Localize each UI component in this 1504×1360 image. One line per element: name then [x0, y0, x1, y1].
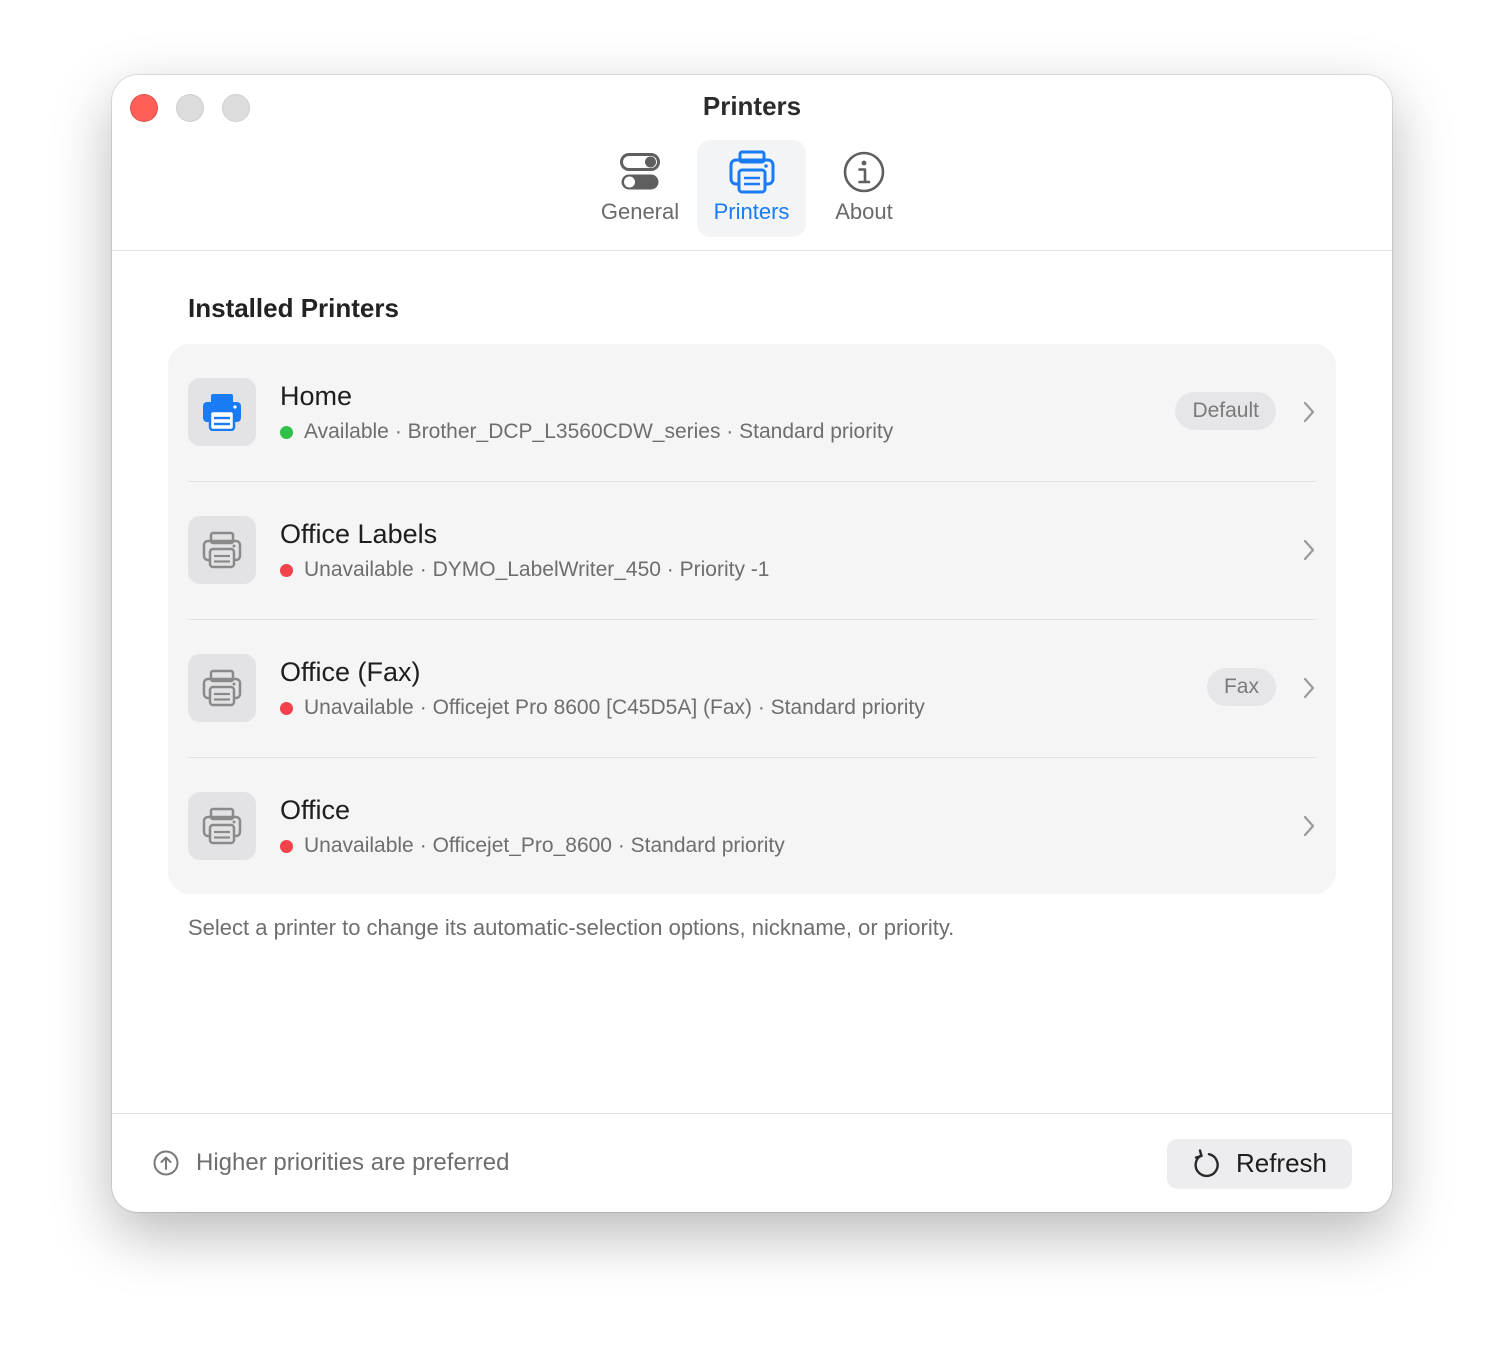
printer-status: Unavailable [304, 834, 414, 857]
status-dot [280, 839, 293, 853]
refresh-label: Refresh [1235, 1148, 1328, 1178]
chevron-right-icon [1303, 539, 1315, 561]
printer-icon [188, 516, 256, 584]
toggles-icon [620, 149, 660, 195]
status-dot [280, 701, 293, 715]
tab-general-label: General [600, 199, 680, 224]
settings-window: Printers General Printers About Installe… [112, 75, 1392, 1212]
printer-list: Home Available · Brother_DCP_L3560CDW_se… [168, 344, 1336, 894]
chevron-right-icon [1303, 677, 1315, 699]
refresh-button[interactable]: Refresh [1167, 1139, 1352, 1188]
tab-printers[interactable]: Printers [698, 141, 805, 236]
printer-status: Available [304, 420, 389, 443]
section-title: Installed Printers [188, 293, 399, 323]
printer-detail: · Brother_DCP_L3560CDW_series · Standard… [394, 420, 894, 443]
printer-name: Home [280, 381, 353, 411]
footer-divider [112, 1113, 1392, 1114]
window-title: Printers [702, 91, 802, 121]
tab-about-label: About [835, 199, 893, 224]
chevron-right-icon [1303, 401, 1315, 423]
printer-icon [188, 654, 256, 722]
printer-row-home[interactable]: Home Available · Brother_DCP_L3560CDW_se… [168, 344, 1336, 482]
printer-status: Unavailable [304, 558, 414, 581]
chevron-right-icon [1303, 815, 1315, 837]
printer-status: Unavailable [304, 696, 414, 719]
printer-row-office-labels[interactable]: Office Labels Unavailable · DYMO_LabelWr… [168, 482, 1336, 620]
printer-name: Office (Fax) [280, 657, 421, 687]
toolbar: General Printers About [112, 141, 1392, 251]
fax-badge: Fax [1206, 668, 1276, 706]
printer-detail: · Officejet Pro 8600 [C45D5A] (Fax) · St… [419, 696, 925, 719]
arrow-up-circle-icon [153, 1150, 179, 1176]
printer-meta: Available · Brother_DCP_L3560CDW_series … [280, 420, 893, 444]
printer-detail: · Officejet_Pro_8600 · Standard priority [419, 834, 785, 857]
priority-hint: Higher priorities are preferred [152, 1149, 509, 1177]
status-dot [280, 563, 293, 577]
priority-hint-label: Higher priorities are preferred [196, 1149, 510, 1176]
printer-row-office[interactable]: Office Unavailable · Officejet_Pro_8600 … [168, 758, 1336, 896]
refresh-icon [1194, 1148, 1219, 1177]
printer-name: Office [280, 795, 351, 825]
header-divider [112, 250, 1392, 251]
printer-icon [729, 149, 775, 195]
printer-row-office-fax[interactable]: Office (Fax) Unavailable · Officejet Pro… [168, 620, 1336, 758]
default-badge: Default [1175, 392, 1276, 430]
printer-detail: · DYMO_LabelWriter_450 · Priority -1 [419, 558, 770, 581]
printer-meta: Unavailable · Officejet_Pro_8600 · Stand… [280, 834, 785, 858]
printer-meta: Unavailable · Officejet Pro 8600 [C45D5A… [280, 696, 925, 720]
printer-meta: Unavailable · DYMO_LabelWriter_450 · Pri… [280, 558, 769, 582]
tab-about[interactable]: About [814, 141, 914, 236]
printer-icon [188, 378, 256, 446]
footnote: Select a printer to change its automatic… [188, 915, 955, 940]
printer-name: Office Labels [280, 519, 438, 549]
info-icon [843, 149, 885, 195]
printer-icon [188, 792, 256, 860]
tab-printers-label: Printers [713, 199, 790, 224]
status-dot [280, 425, 293, 439]
tab-general[interactable]: General [590, 141, 690, 236]
